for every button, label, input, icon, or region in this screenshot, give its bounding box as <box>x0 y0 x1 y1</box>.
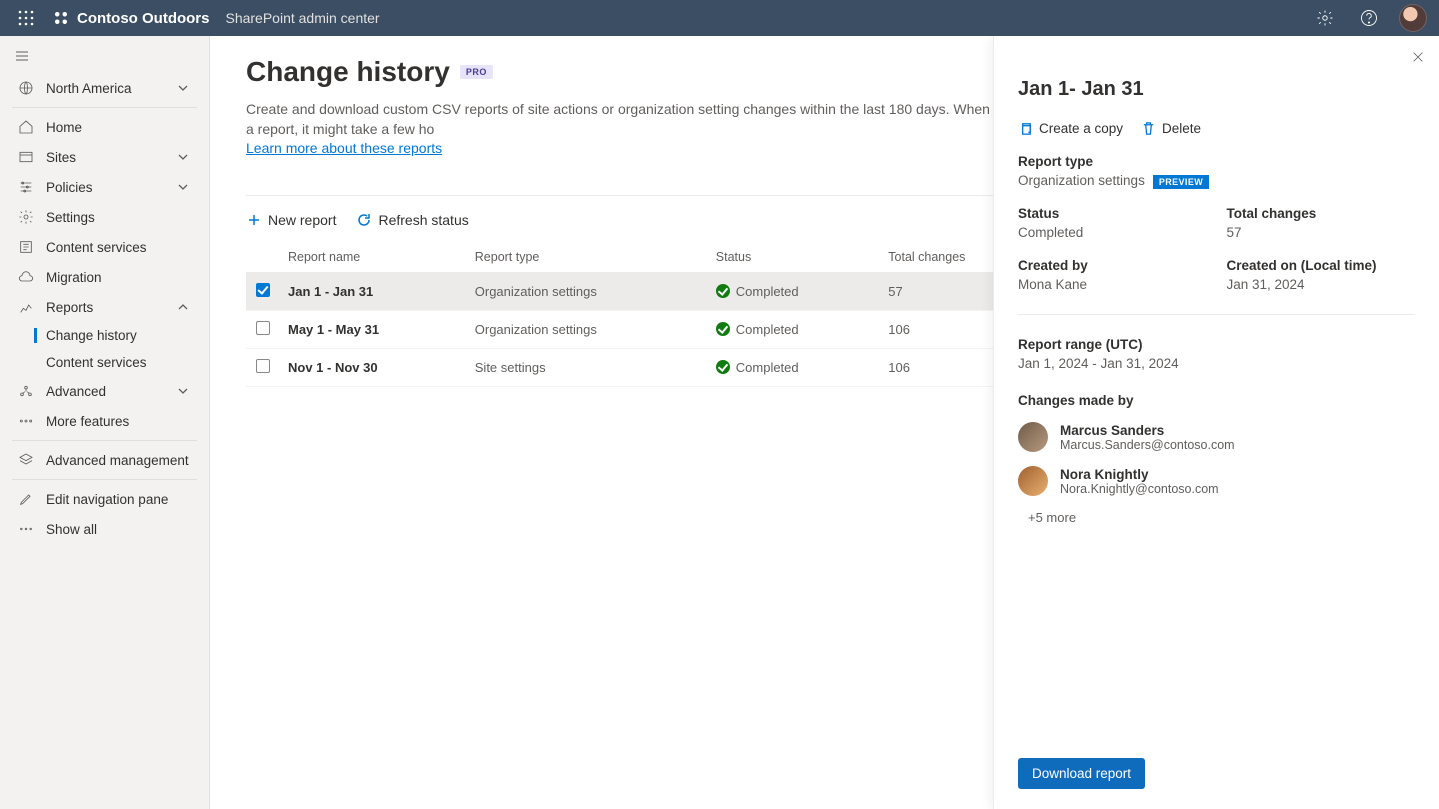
person-item: Nora Knightly Nora.Knightly@contoso.com <box>1018 466 1415 496</box>
row-checkbox[interactable] <box>256 321 270 335</box>
created-on-label: Created on (Local time) <box>1227 258 1416 273</box>
admin-center-label: SharePoint admin center <box>225 10 379 26</box>
report-type-value: Organization settingsPREVIEW <box>1018 173 1415 188</box>
brand-name: Contoso Outdoors <box>77 10 209 27</box>
download-report-button[interactable]: Download report <box>1018 758 1145 789</box>
nav-reports[interactable]: Reports <box>10 292 199 322</box>
close-pane-button[interactable] <box>1411 50 1425 67</box>
chevron-down-icon <box>175 383 191 399</box>
nav-content-services[interactable]: Content services <box>10 232 199 262</box>
col-report-type[interactable]: Report type <box>467 242 708 273</box>
nav-more-features[interactable]: More features <box>10 406 199 436</box>
person-name: Marcus Sanders <box>1060 423 1235 438</box>
delete-button[interactable]: Delete <box>1141 121 1201 136</box>
created-on-value: Jan 31, 2024 <box>1227 277 1416 292</box>
nav-region-label: North America <box>46 81 132 96</box>
total-changes-value: 57 <box>1227 225 1416 240</box>
nav-advanced-management[interactable]: Advanced management <box>10 445 199 475</box>
col-report-name[interactable]: Report name <box>280 242 467 273</box>
report-type-label: Report type <box>1018 154 1415 169</box>
nav-show-all[interactable]: Show all <box>10 514 199 544</box>
learn-more-link[interactable]: Learn more about these reports <box>246 140 442 156</box>
person-avatar <box>1018 466 1048 496</box>
status-success-icon <box>716 360 730 374</box>
person-name: Nora Knightly <box>1060 467 1219 482</box>
detail-title: Jan 1- Jan 31 <box>1018 78 1415 101</box>
nav-migration[interactable]: Migration <box>10 262 199 292</box>
person-item: Marcus Sanders Marcus.Sanders@contoso.co… <box>1018 422 1415 452</box>
page-title: Change history <box>246 56 450 88</box>
more-people-link[interactable]: +5 more <box>1028 510 1415 525</box>
status-success-icon <box>716 322 730 336</box>
left-navigation: North America Home Sites Policies Settin… <box>0 36 210 809</box>
report-range-value: Jan 1, 2024 - Jan 31, 2024 <box>1018 356 1415 371</box>
created-by-value: Mona Kane <box>1018 277 1207 292</box>
status-label: Status <box>1018 206 1207 221</box>
create-copy-button[interactable]: Create a copy <box>1018 121 1123 136</box>
nav-sites[interactable]: Sites <box>10 142 199 172</box>
nav-reports-content-services[interactable]: Content services <box>10 349 199 376</box>
person-email: Nora.Knightly@contoso.com <box>1060 482 1219 496</box>
row-checkbox[interactable] <box>256 283 270 297</box>
nav-advanced[interactable]: Advanced <box>10 376 199 406</box>
brand[interactable]: Contoso Outdoors <box>52 9 209 27</box>
nav-settings[interactable]: Settings <box>10 202 199 232</box>
nav-region[interactable]: North America <box>10 73 199 103</box>
top-header: Contoso Outdoors SharePoint admin center <box>0 0 1439 36</box>
person-avatar <box>1018 422 1048 452</box>
nav-edit-navigation[interactable]: Edit navigation pane <box>10 484 199 514</box>
col-status[interactable]: Status <box>708 242 881 273</box>
status-success-icon <box>716 284 730 298</box>
user-avatar[interactable] <box>1399 4 1427 32</box>
page-description: Create and download custom CSV reports o… <box>246 100 1066 159</box>
settings-icon[interactable] <box>1307 0 1343 36</box>
changes-made-by-label: Changes made by <box>1018 393 1415 408</box>
row-checkbox[interactable] <box>256 359 270 373</box>
nav-policies[interactable]: Policies <box>10 172 199 202</box>
detail-pane: Jan 1- Jan 31 Create a copy Delete Repor… <box>993 36 1439 809</box>
collapse-nav-icon[interactable] <box>0 42 209 73</box>
main-content: Change history PRO Create and download c… <box>210 36 1439 809</box>
help-icon[interactable] <box>1351 0 1387 36</box>
person-email: Marcus.Sanders@contoso.com <box>1060 438 1235 452</box>
preview-badge: PREVIEW <box>1153 175 1209 189</box>
refresh-status-button[interactable]: Refresh status <box>356 212 468 228</box>
status-value: Completed <box>1018 225 1207 240</box>
app-launcher-icon[interactable] <box>8 0 44 36</box>
report-range-label: Report range (UTC) <box>1018 337 1415 352</box>
created-by-label: Created by <box>1018 258 1207 273</box>
nav-change-history[interactable]: Change history <box>10 322 199 349</box>
new-report-button[interactable]: New report <box>246 212 336 228</box>
pro-badge: PRO <box>460 65 493 79</box>
chevron-down-icon <box>175 149 191 165</box>
chevron-down-icon <box>175 80 191 96</box>
chevron-down-icon <box>175 179 191 195</box>
total-changes-label: Total changes <box>1227 206 1416 221</box>
chevron-up-icon <box>175 299 191 315</box>
nav-home[interactable]: Home <box>10 112 199 142</box>
